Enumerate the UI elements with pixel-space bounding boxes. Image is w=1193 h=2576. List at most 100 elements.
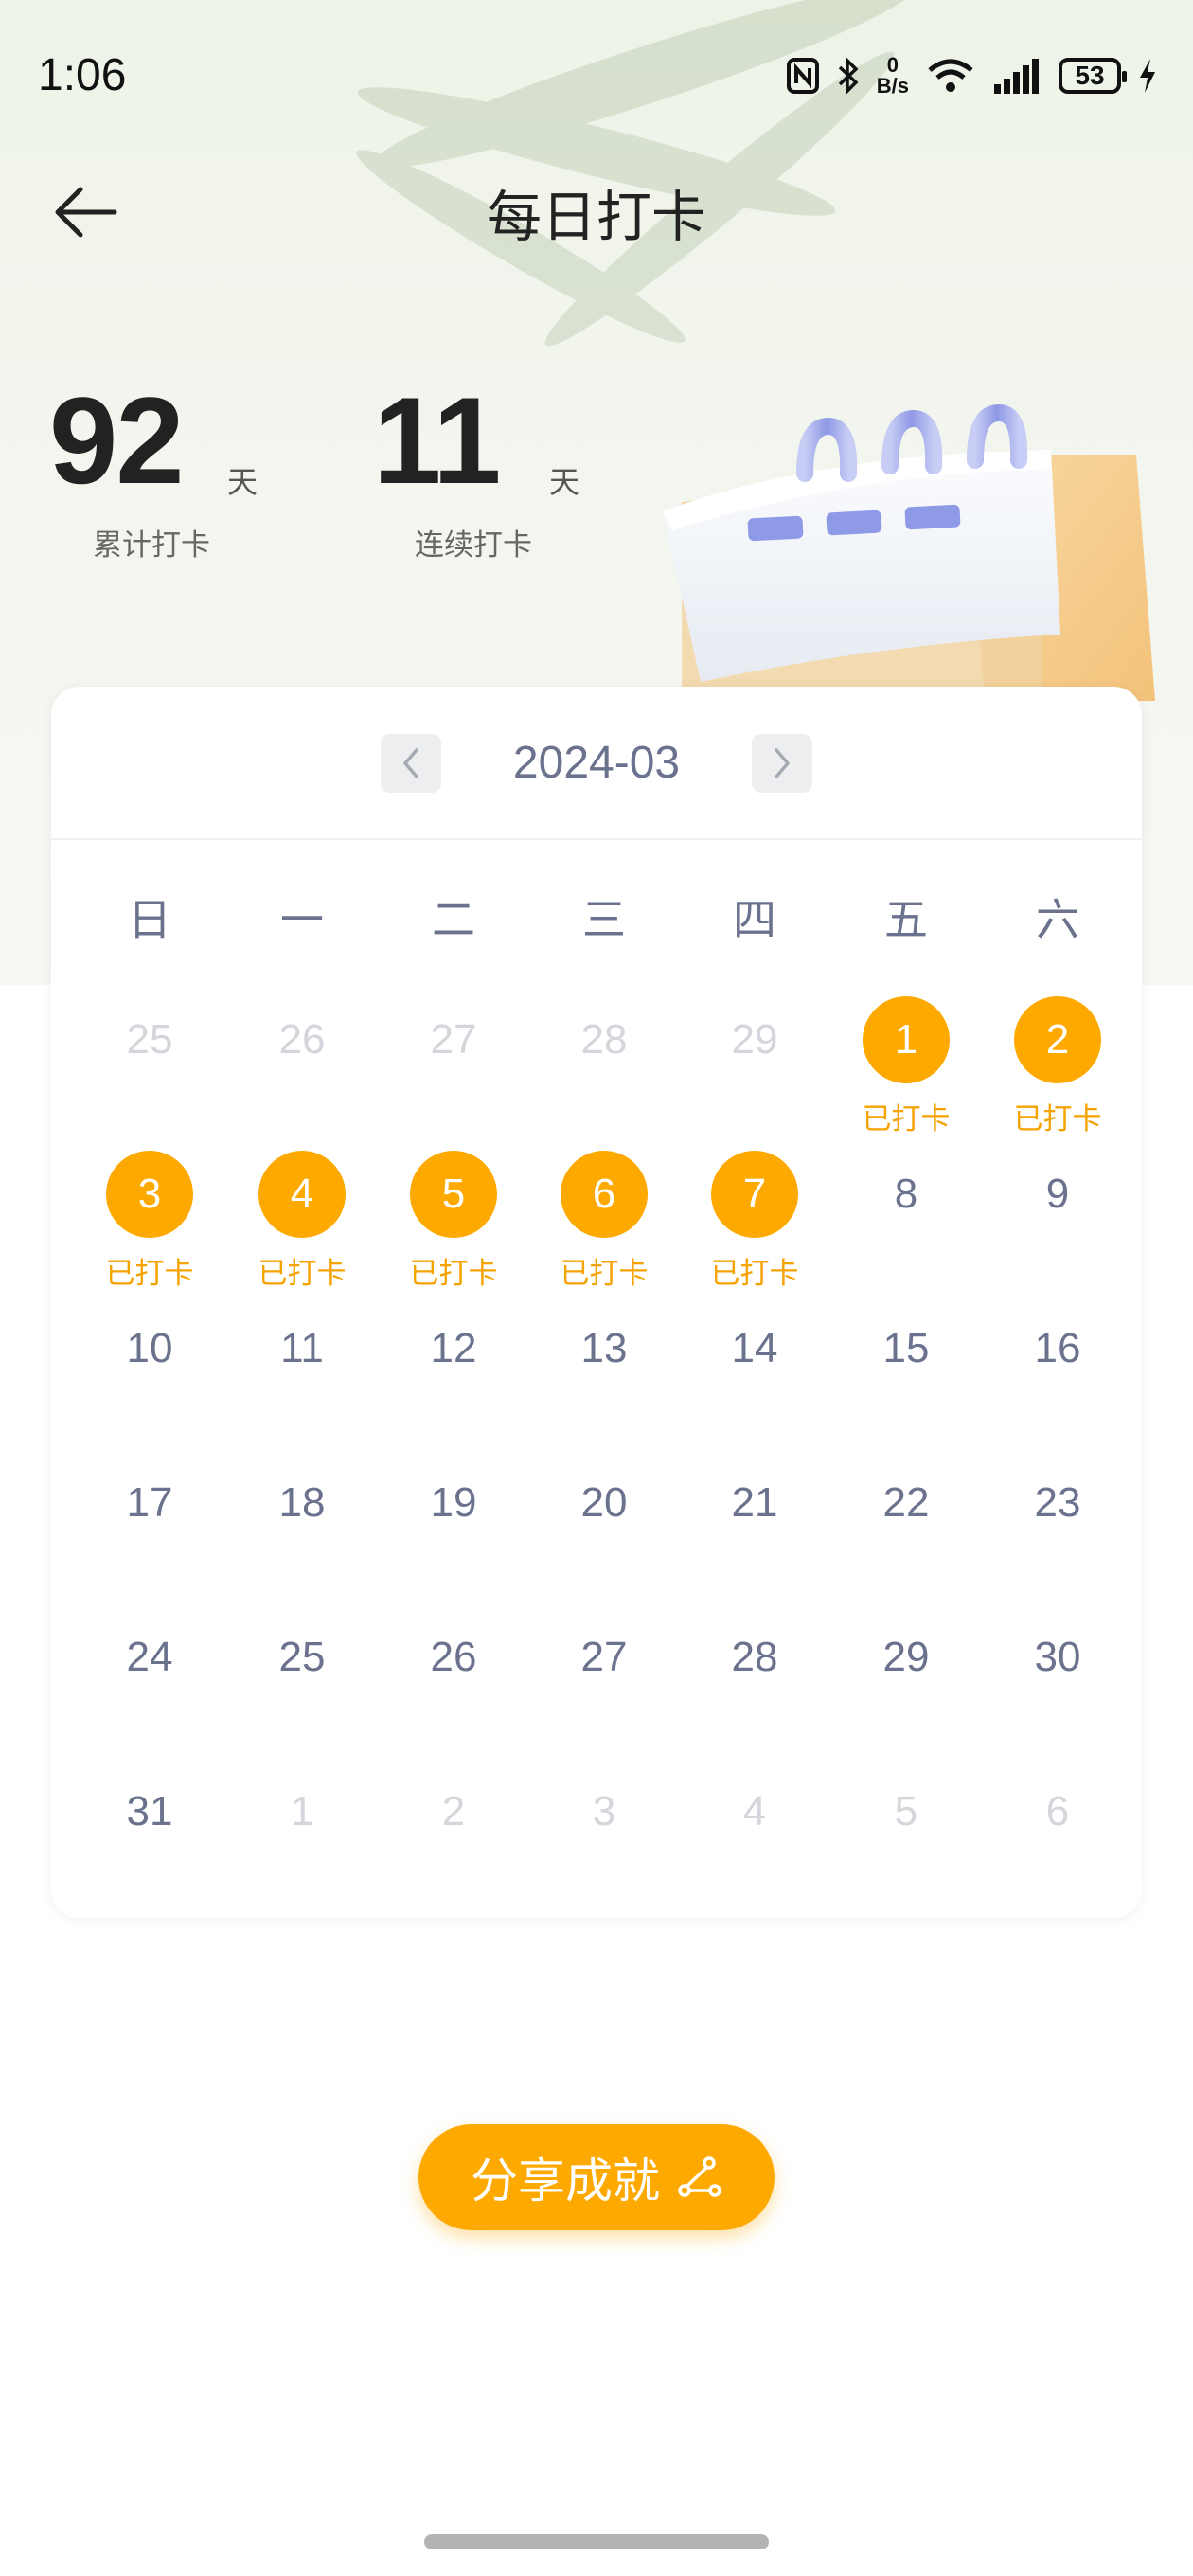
- network-speed-value: 0: [886, 53, 899, 77]
- calendar-day[interactable]: 23: [991, 1459, 1124, 1592]
- weekday-label: 五: [884, 894, 928, 945]
- calendar-day[interactable]: 24: [83, 1614, 216, 1746]
- calendar-day[interactable]: 11: [236, 1305, 368, 1438]
- day-number: 10: [126, 1325, 173, 1371]
- day-number: 8: [894, 1171, 918, 1217]
- calendar-day-outside-month[interactable]: 2: [387, 1768, 520, 1901]
- calendar-day[interactable]: 14: [688, 1305, 821, 1438]
- calendar-day[interactable]: 10: [83, 1305, 216, 1438]
- calendar-day[interactable]: 15: [840, 1305, 972, 1438]
- day-number: 25: [126, 1016, 173, 1063]
- weekday-label: 三: [582, 894, 626, 945]
- day-number: 31: [126, 1788, 173, 1834]
- calendar-day-checked[interactable]: 3 已打卡: [83, 1151, 216, 1291]
- streak-days-value: 11: [373, 371, 501, 510]
- calendar-day-outside-month[interactable]: 26: [236, 996, 368, 1129]
- calendar-day-outside-month[interactable]: 1: [236, 1768, 368, 1901]
- calendar-day-outside-month[interactable]: 5: [840, 1768, 972, 1901]
- calendar-day[interactable]: 30: [991, 1614, 1124, 1746]
- calendar-day[interactable]: 20: [538, 1459, 670, 1592]
- day-number: 14: [731, 1325, 778, 1371]
- calendar-day[interactable]: 28: [688, 1614, 821, 1746]
- calendar-day-outside-month[interactable]: 6: [991, 1768, 1124, 1901]
- calendar-day-outside-month[interactable]: 28: [538, 996, 670, 1129]
- calendar-day-outside-month[interactable]: 29: [688, 996, 821, 1129]
- day-number: 5: [410, 1151, 497, 1238]
- calendar-day-checked[interactable]: 1 已打卡: [840, 996, 972, 1136]
- streak-days-label: 连续打卡: [415, 528, 532, 563]
- checked-in-label: 已打卡: [409, 1257, 498, 1291]
- calendar-day-outside-month[interactable]: 4: [688, 1768, 821, 1901]
- streak-days-unit: 天: [549, 464, 580, 500]
- weekday-header: 日一二三四五六: [51, 886, 1142, 952]
- day-number: 18: [278, 1479, 326, 1526]
- navigation-bar: 每日打卡: [0, 152, 1193, 265]
- battery-indicator: 53: [1059, 58, 1127, 94]
- calendar-day-outside-month[interactable]: 3: [538, 1768, 670, 1901]
- day-number: 1: [290, 1788, 314, 1834]
- day-number: 22: [882, 1479, 930, 1526]
- calendar-day-checked[interactable]: 2 已打卡: [991, 996, 1124, 1136]
- calendar-day-outside-month[interactable]: 25: [83, 996, 216, 1129]
- total-days-value: 92: [49, 371, 185, 510]
- signal-icon: [992, 58, 1042, 94]
- calendar-day[interactable]: 9: [991, 1151, 1124, 1283]
- day-number: 17: [126, 1479, 173, 1526]
- checked-in-label: 已打卡: [258, 1257, 347, 1291]
- day-number: 24: [126, 1634, 173, 1680]
- page-title: 每日打卡: [486, 185, 706, 249]
- checked-in-label: 已打卡: [710, 1257, 799, 1291]
- checked-in-label: 已打卡: [105, 1257, 194, 1291]
- calendar-day[interactable]: 18: [236, 1459, 368, 1592]
- day-number: 12: [430, 1325, 477, 1371]
- calendar-day-outside-month[interactable]: 27: [387, 996, 520, 1129]
- day-number: 2: [1014, 996, 1101, 1083]
- calendar-day[interactable]: 26: [387, 1614, 520, 1746]
- day-number: 16: [1034, 1325, 1081, 1371]
- calendar-day-checked[interactable]: 5 已打卡: [387, 1151, 520, 1291]
- calendar-day[interactable]: 16: [991, 1305, 1124, 1438]
- calendar-day[interactable]: 12: [387, 1305, 520, 1438]
- day-number: 9: [1045, 1171, 1070, 1217]
- calendar-day-checked[interactable]: 7 已打卡: [688, 1151, 821, 1291]
- calendar-day-checked[interactable]: 4 已打卡: [236, 1151, 368, 1291]
- month-switcher: 2024-03: [51, 687, 1142, 840]
- calendar-day[interactable]: 29: [840, 1614, 972, 1746]
- bluetooth-icon: [837, 57, 860, 95]
- calendar-day[interactable]: 25: [236, 1614, 368, 1746]
- calendar-day[interactable]: 31: [83, 1768, 216, 1901]
- calendar-day[interactable]: 27: [538, 1614, 670, 1746]
- day-number: 26: [430, 1634, 477, 1680]
- day-number: 4: [742, 1788, 767, 1834]
- calendar-day[interactable]: 8: [840, 1151, 972, 1283]
- calendar-day[interactable]: 22: [840, 1459, 972, 1592]
- day-number: 13: [580, 1325, 628, 1371]
- day-number: 27: [430, 1016, 477, 1063]
- day-number: 30: [1034, 1634, 1081, 1680]
- calendar-day[interactable]: 17: [83, 1459, 216, 1592]
- share-achievement-button[interactable]: 分享成就: [418, 2124, 775, 2230]
- checked-in-label: 已打卡: [1013, 1102, 1102, 1136]
- calendar-day[interactable]: 13: [538, 1305, 670, 1438]
- calendar-card: 2024-03 日一二三四五六 25 26 27 28 29 1 已打卡 2 已打卡 3 已打卡 4 已…: [51, 687, 1142, 1918]
- weekday-label: 六: [1036, 894, 1079, 945]
- calendar-day[interactable]: 21: [688, 1459, 821, 1592]
- day-number: 11: [280, 1325, 324, 1371]
- home-indicator[interactable]: [424, 2534, 769, 2549]
- wifi-icon: [926, 57, 975, 95]
- day-number: 25: [278, 1634, 326, 1680]
- status-icons: 0 B/s 53: [786, 49, 1157, 102]
- weekday-label: 一: [280, 894, 324, 945]
- calendar-day[interactable]: 19: [387, 1459, 520, 1592]
- day-number: 3: [106, 1151, 193, 1238]
- day-number: 29: [731, 1016, 778, 1063]
- charging-icon: [1138, 57, 1157, 95]
- next-month-button[interactable]: [752, 734, 812, 793]
- day-number: 3: [592, 1788, 616, 1834]
- calendar-day-checked[interactable]: 6 已打卡: [538, 1151, 670, 1291]
- day-number: 29: [882, 1634, 930, 1680]
- status-time: 1:06: [38, 50, 127, 100]
- day-number: 15: [882, 1325, 930, 1371]
- day-number: 19: [430, 1479, 477, 1526]
- day-number: 23: [1034, 1479, 1081, 1526]
